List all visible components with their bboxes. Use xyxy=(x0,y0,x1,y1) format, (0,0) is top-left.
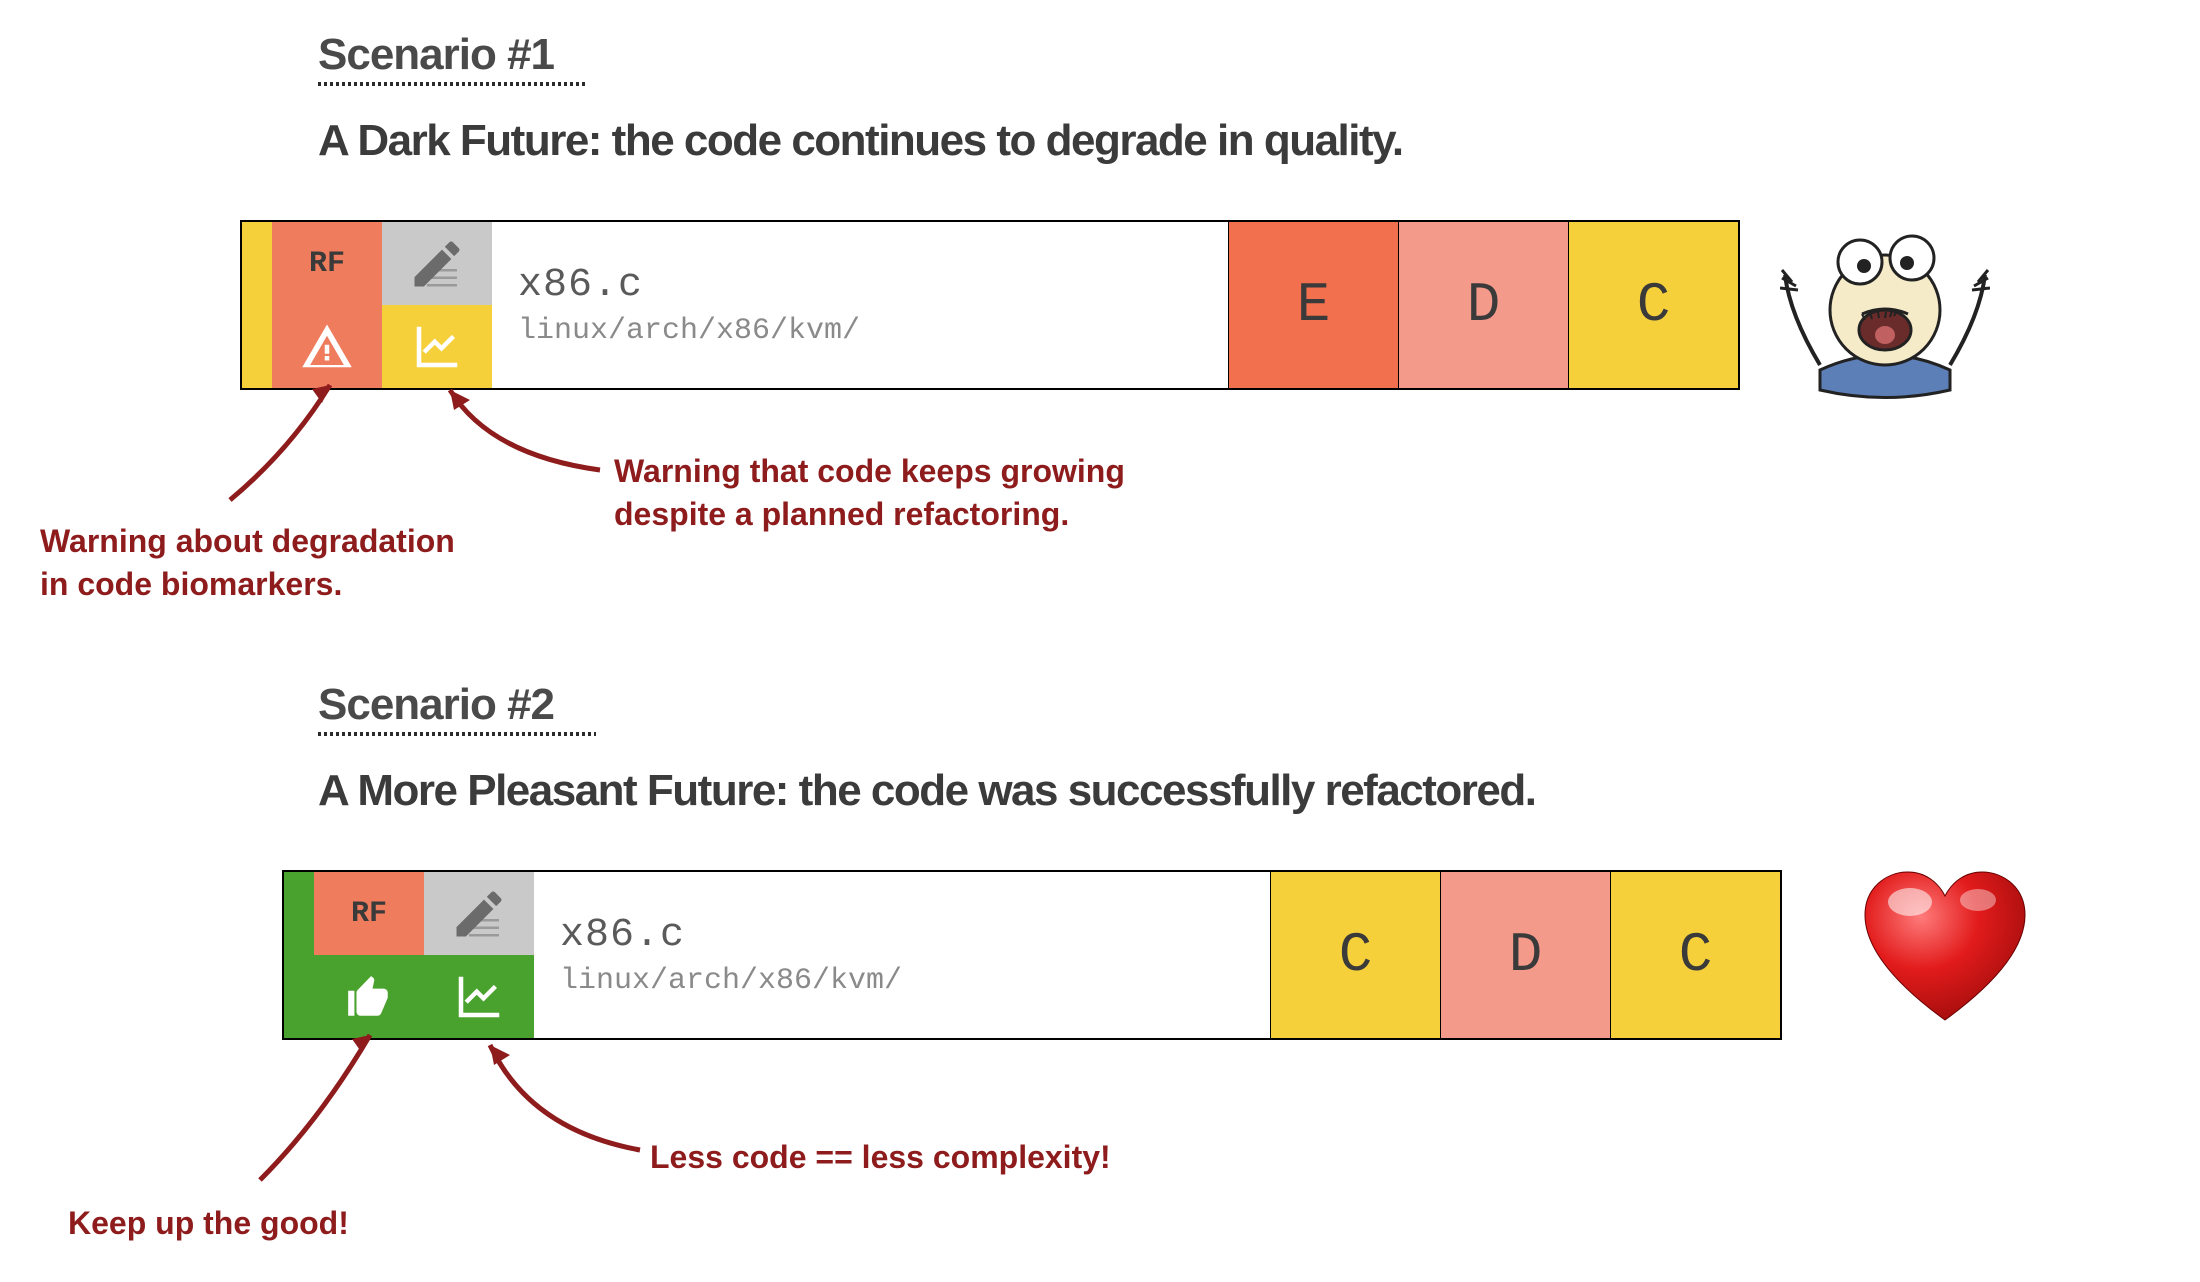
scenario2-file-block: x86.c linux/arch/x86/kvm/ xyxy=(534,872,1270,1038)
scenario1-file-block: x86.c linux/arch/x86/kvm/ xyxy=(492,222,1228,388)
trend-up-icon xyxy=(452,970,506,1024)
edit-icon xyxy=(449,884,509,944)
grade-cell: C xyxy=(1568,222,1738,388)
heart-icon xyxy=(1860,870,2030,1030)
scenario1-left-strip xyxy=(242,222,272,388)
grade-cell: C xyxy=(1610,872,1780,1038)
scenario2-annot-left: Keep up the good! xyxy=(68,1202,349,1245)
scenario2-underline xyxy=(318,732,596,736)
edit-icon-cell xyxy=(424,872,534,955)
edit-icon xyxy=(407,234,467,294)
trend-up-icon xyxy=(410,320,464,374)
scenario2-badge-grid: RF xyxy=(314,872,534,1038)
scenario2-title: A More Pleasant Future: the code was suc… xyxy=(318,766,1536,816)
scenario1-grades: E D C xyxy=(1228,222,1738,388)
warning-icon xyxy=(300,320,354,374)
scenario1-row: RF x86.c linux/arch/x86/kvm/ E D C xyxy=(240,220,1740,390)
file-path: linux/arch/x86/kvm/ xyxy=(560,964,1270,998)
scenario1-label: Scenario #1 xyxy=(318,30,1403,80)
scenario2-label: Scenario #2 xyxy=(318,680,1536,730)
scenario1-annot-left: Warning about degradation in code biomar… xyxy=(40,520,455,606)
scenario2-left-strip xyxy=(284,872,314,1038)
scream-doodle xyxy=(1780,200,1990,400)
scenario1-title: A Dark Future: the code continues to deg… xyxy=(318,116,1403,166)
arrow-to-trend2 xyxy=(470,1030,670,1170)
rf-badge: RF xyxy=(314,872,424,955)
thumbs-up-icon xyxy=(344,972,394,1022)
grade-cell: C xyxy=(1270,872,1440,1038)
file-name: x86.c xyxy=(518,263,1228,308)
arrow-to-trend xyxy=(430,375,630,495)
scenario2-annot-right: Less code == less complexity! xyxy=(650,1136,1111,1179)
file-name: x86.c xyxy=(560,913,1270,958)
scenario2-grades: C D C xyxy=(1270,872,1780,1038)
scenario1-badge-grid: RF xyxy=(272,222,492,388)
arrow-to-thumbs xyxy=(240,1020,420,1200)
grade-cell: D xyxy=(1398,222,1568,388)
rf-badge: RF xyxy=(272,222,382,305)
arrow-to-warning xyxy=(200,370,380,530)
scenario2-row: RF x86.c linux/arch/x86/kvm/ C D C xyxy=(282,870,1782,1040)
scenario1-underline xyxy=(318,82,586,86)
grade-cell: E xyxy=(1228,222,1398,388)
scenario1-annot-right: Warning that code keeps growing despite … xyxy=(614,450,1125,536)
trend-icon-cell xyxy=(424,955,534,1038)
grade-cell: D xyxy=(1440,872,1610,1038)
file-path: linux/arch/x86/kvm/ xyxy=(518,314,1228,348)
edit-icon-cell xyxy=(382,222,492,305)
